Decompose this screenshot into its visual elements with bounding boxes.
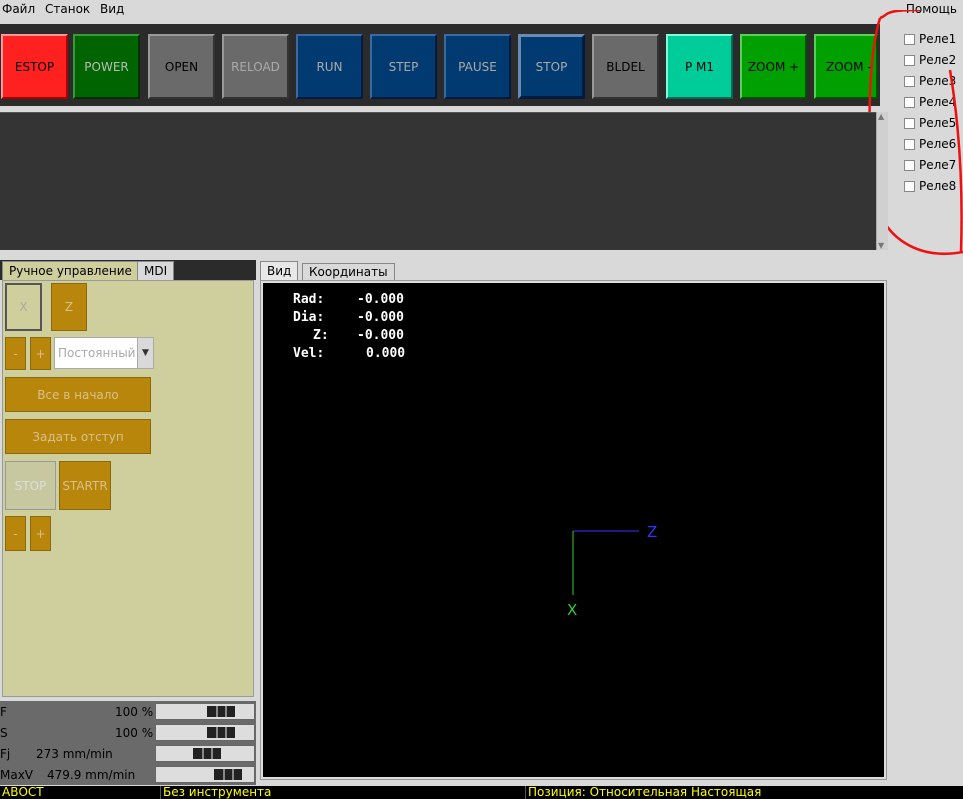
toolbar: ESTOP POWER OPEN RELOAD RUN STEP PAUSE S…	[0, 24, 880, 106]
axis-x-button[interactable]: X	[5, 283, 42, 331]
axis-gizmo: Z X	[567, 523, 657, 619]
jog-speed-slider[interactable]	[155, 745, 255, 762]
jog-mode-value: Постоянный	[58, 346, 136, 360]
pause-label: PAUSE	[458, 59, 497, 74]
pm1-button[interactable]: P M1	[666, 34, 733, 99]
spindle-plus-button[interactable]: +	[30, 516, 51, 551]
spindle-start-button[interactable]: STARTR	[59, 461, 111, 510]
slider-thumb[interactable]	[207, 706, 235, 717]
reload-label: RELOAD	[231, 59, 280, 74]
menu-file[interactable]: Файл	[2, 2, 35, 16]
menubar: Файл Станок Вид Помощь	[0, 0, 963, 22]
slider-thumb[interactable]	[214, 769, 242, 780]
jog-plus-button[interactable]: +	[30, 337, 51, 370]
status-bar: АВОСТ Без инструмента Позиция: Относител…	[0, 786, 963, 799]
stop-button[interactable]: STOP	[518, 34, 585, 99]
zoom-in-button[interactable]: ZOOM +	[740, 34, 807, 99]
open-button[interactable]: OPEN	[148, 34, 215, 99]
spindle-override-slider[interactable]	[155, 724, 255, 741]
run-label: RUN	[316, 59, 343, 74]
status-machine-state: АВОСТ	[2, 786, 44, 799]
spindle-stop-button[interactable]: STOP	[5, 461, 56, 510]
touch-off-button[interactable]: Задать отступ	[5, 419, 151, 454]
tab-coordinates[interactable]: Координаты	[302, 263, 395, 280]
dro-vel-value: 0.000	[366, 346, 406, 361]
jog-speed-label: Fj	[0, 747, 11, 761]
status-tool: Без инструмента	[160, 786, 525, 799]
run-button[interactable]: RUN	[296, 34, 363, 99]
estop-button[interactable]: ESTOP	[1, 34, 68, 99]
power-button[interactable]: POWER	[73, 34, 140, 99]
feed-override-label: F	[0, 705, 7, 719]
max-velocity-slider[interactable]	[155, 766, 255, 783]
zoom-in-label: ZOOM +	[747, 59, 800, 74]
dro-z-label: Z:	[313, 328, 329, 343]
spindle-minus-button[interactable]: -	[5, 516, 26, 551]
step-label: STEP	[388, 59, 419, 74]
feed-override-value: 100 %	[115, 705, 154, 719]
override-panel: F 100 % S 100 % Fj 273 mm/min MaxV 479.9…	[0, 701, 256, 785]
pm1-label: P M1	[684, 59, 715, 74]
x-axis-label: X	[567, 601, 577, 619]
scroll-down-icon[interactable]: ▼	[878, 241, 884, 250]
message-area	[0, 112, 876, 250]
menu-machine[interactable]: Станок	[45, 2, 90, 16]
message-scrollbar[interactable]: ▲ ▼	[876, 112, 888, 250]
chevron-down-icon[interactable]: ▼	[137, 338, 153, 368]
dro-dia-label: Dia:	[293, 310, 325, 325]
dro-rad-value: -0.000	[357, 292, 404, 307]
spindle-override-label: S	[0, 726, 8, 740]
bldel-label: BLDEL	[606, 59, 645, 74]
tab-preview[interactable]: Вид	[260, 261, 299, 280]
dro-dia-value: -0.000	[357, 310, 404, 325]
estop-label: ESTOP	[14, 59, 55, 74]
bldel-button[interactable]: BLDEL	[592, 34, 659, 99]
menu-view[interactable]: Вид	[100, 2, 124, 16]
reload-button[interactable]: RELOAD	[222, 34, 289, 99]
dro-z-value: -0.000	[357, 328, 404, 343]
tab-mdi[interactable]: MDI	[137, 261, 175, 280]
preview-canvas[interactable]: Rad: -0.000 Dia: -0.000 Z: -0.000 Vel: 0…	[263, 283, 884, 777]
axis-z-button[interactable]: Z	[51, 283, 87, 331]
dro-vel-label: Vel:	[293, 346, 325, 361]
status-position-mode: Позиция: Относительная Настоящая	[525, 786, 963, 799]
max-velocity-label: MaxV	[0, 768, 34, 782]
stop-label: STOP	[535, 59, 568, 74]
open-label: OPEN	[164, 59, 199, 74]
home-all-button[interactable]: Все в начало	[5, 377, 151, 412]
tab-manual-control[interactable]: Ручное управление	[2, 261, 139, 280]
slider-thumb[interactable]	[193, 748, 221, 759]
slider-thumb[interactable]	[207, 727, 235, 738]
jog-minus-button[interactable]: -	[5, 337, 26, 370]
dro-rad-label: Rad:	[293, 292, 325, 307]
scroll-up-icon[interactable]: ▲	[878, 112, 884, 121]
step-button[interactable]: STEP	[370, 34, 437, 99]
feed-override-slider[interactable]	[155, 703, 255, 720]
pause-button[interactable]: PAUSE	[444, 34, 511, 99]
max-velocity-value: 479.9 mm/min	[47, 768, 136, 782]
power-label: POWER	[84, 59, 129, 74]
jog-speed-value: 273 mm/min	[36, 747, 113, 761]
spindle-override-value: 100 %	[115, 726, 154, 740]
z-axis-label: Z	[647, 523, 657, 541]
